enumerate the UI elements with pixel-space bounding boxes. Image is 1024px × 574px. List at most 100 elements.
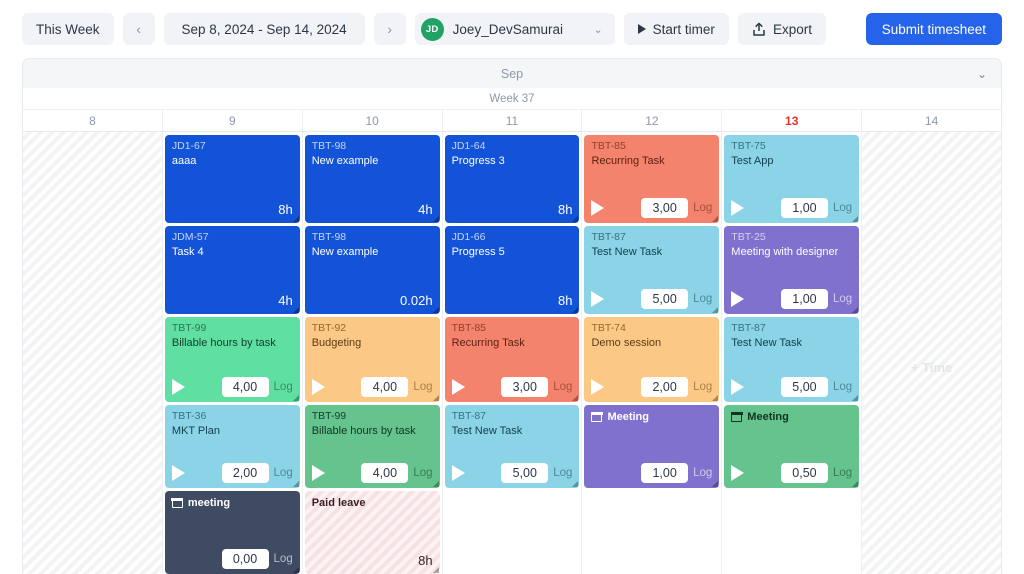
play-icon[interactable] <box>312 465 325 481</box>
play-icon[interactable] <box>172 379 185 395</box>
hours-input[interactable] <box>501 377 548 397</box>
start-timer-button[interactable]: Start timer <box>624 13 729 45</box>
log-button[interactable]: Log <box>693 467 712 479</box>
resize-handle[interactable] <box>712 216 718 222</box>
resize-handle[interactable] <box>293 216 299 222</box>
log-button[interactable]: Log <box>274 381 293 393</box>
log-button[interactable]: Log <box>833 381 852 393</box>
time-entry-card[interactable]: TBT-87Test New TaskLog <box>445 405 580 488</box>
hours-input[interactable] <box>781 198 828 218</box>
resize-handle[interactable] <box>572 481 578 487</box>
time-entry-card[interactable]: TBT-87Test New TaskLog <box>584 226 719 314</box>
time-entry-card[interactable]: TBT-85Recurring TaskLog <box>584 135 719 223</box>
resize-handle[interactable] <box>572 216 578 222</box>
hours-input[interactable] <box>222 549 269 569</box>
play-icon[interactable] <box>452 465 465 481</box>
hours-input[interactable] <box>781 377 828 397</box>
next-week-button[interactable]: › <box>374 13 406 45</box>
date-range-button[interactable]: Sep 8, 2024 - Sep 14, 2024 <box>164 13 365 45</box>
resize-handle[interactable] <box>852 481 858 487</box>
day-column-14[interactable]: + Time <box>862 132 1001 574</box>
log-button[interactable]: Log <box>693 293 712 305</box>
log-button[interactable]: Log <box>833 202 852 214</box>
resize-handle[interactable] <box>852 395 858 401</box>
resize-handle[interactable] <box>433 567 439 573</box>
hours-input[interactable] <box>641 289 688 309</box>
day-header-13[interactable]: 13 <box>722 110 862 131</box>
resize-handle[interactable] <box>712 395 718 401</box>
resize-handle[interactable] <box>852 216 858 222</box>
resize-handle[interactable] <box>433 395 439 401</box>
day-header-8[interactable]: 8 <box>23 110 163 131</box>
resize-handle[interactable] <box>293 307 299 313</box>
time-entry-card[interactable]: TBT-85Recurring TaskLog <box>445 317 580 402</box>
time-entry-card[interactable]: TBT-98New example0.02h <box>305 226 440 314</box>
time-entry-card[interactable]: JDM-57Task 44h <box>165 226 300 314</box>
play-icon[interactable] <box>172 465 185 481</box>
time-entry-card[interactable]: TBT-99Billable hours by taskLog <box>305 405 440 488</box>
day-header-9[interactable]: 9 <box>163 110 303 131</box>
play-icon[interactable] <box>731 200 744 216</box>
collapse-chevron-icon[interactable]: ⌄ <box>977 67 987 81</box>
hours-input[interactable] <box>781 463 828 483</box>
hours-input[interactable] <box>222 377 269 397</box>
resize-handle[interactable] <box>433 307 439 313</box>
submit-timesheet-button[interactable]: Submit timesheet <box>866 13 1002 45</box>
hours-input[interactable] <box>641 463 688 483</box>
time-entry-card[interactable]: TBT-98New example4h <box>305 135 440 223</box>
hours-input[interactable] <box>641 377 688 397</box>
log-button[interactable]: Log <box>833 293 852 305</box>
hours-input[interactable] <box>361 463 408 483</box>
day-column-8[interactable] <box>23 132 163 574</box>
log-button[interactable]: Log <box>693 381 712 393</box>
time-entry-card[interactable]: Paid leave8h <box>305 491 440 574</box>
time-entry-card[interactable]: meetingLog <box>165 491 300 574</box>
log-button[interactable]: Log <box>413 381 432 393</box>
time-entry-card[interactable]: JD1-66Progress 58h <box>445 226 580 314</box>
resize-handle[interactable] <box>852 307 858 313</box>
resize-handle[interactable] <box>572 395 578 401</box>
play-icon[interactable] <box>731 465 744 481</box>
time-entry-card[interactable]: TBT-75Test AppLog <box>724 135 859 223</box>
time-entry-card[interactable]: JD1-64Progress 38h <box>445 135 580 223</box>
resize-handle[interactable] <box>712 481 718 487</box>
resize-handle[interactable] <box>293 481 299 487</box>
day-header-11[interactable]: 11 <box>443 110 583 131</box>
log-button[interactable]: Log <box>693 202 712 214</box>
time-entry-card[interactable]: MeetingLog <box>724 405 859 488</box>
resize-handle[interactable] <box>293 567 299 573</box>
play-icon[interactable] <box>731 379 744 395</box>
play-icon[interactable] <box>452 379 465 395</box>
time-entry-card[interactable]: TBT-87Test New TaskLog <box>724 317 859 402</box>
day-header-14[interactable]: 14 <box>862 110 1001 131</box>
hours-input[interactable] <box>641 198 688 218</box>
log-button[interactable]: Log <box>833 467 852 479</box>
day-header-12[interactable]: 12 <box>582 110 722 131</box>
day-column-10[interactable]: TBT-98New example4hTBT-98New example0.02… <box>303 132 443 574</box>
time-entry-card[interactable]: TBT-36MKT PlanLog <box>165 405 300 488</box>
resize-handle[interactable] <box>433 481 439 487</box>
day-column-11[interactable]: JD1-64Progress 38hJD1-66Progress 58hTBT-… <box>443 132 583 574</box>
log-button[interactable]: Log <box>553 467 572 479</box>
play-icon[interactable] <box>591 200 604 216</box>
hours-input[interactable] <box>501 463 548 483</box>
log-button[interactable]: Log <box>413 467 432 479</box>
day-column-9[interactable]: JD1-67aaaa8hJDM-57Task 44hTBT-99Billable… <box>163 132 303 574</box>
resize-handle[interactable] <box>712 307 718 313</box>
time-entry-card[interactable]: TBT-25Meeting with designerLog <box>724 226 859 314</box>
time-entry-card[interactable]: TBT-74Demo sessionLog <box>584 317 719 402</box>
user-selector[interactable]: JD Joey_DevSamurai ⌄ <box>415 13 615 45</box>
export-button[interactable]: Export <box>738 13 826 45</box>
day-header-10[interactable]: 10 <box>303 110 443 131</box>
log-button[interactable]: Log <box>553 381 572 393</box>
resize-handle[interactable] <box>572 307 578 313</box>
hours-input[interactable] <box>222 463 269 483</box>
play-icon[interactable] <box>312 379 325 395</box>
time-entry-card[interactable]: JD1-67aaaa8h <box>165 135 300 223</box>
resize-handle[interactable] <box>433 216 439 222</box>
play-icon[interactable] <box>591 291 604 307</box>
time-entry-card[interactable]: MeetingLog <box>584 405 719 488</box>
this-week-button[interactable]: This Week <box>22 13 114 45</box>
day-column-13[interactable]: TBT-75Test AppLogTBT-25Meeting with desi… <box>722 132 862 574</box>
time-entry-card[interactable]: TBT-92BudgetingLog <box>305 317 440 402</box>
